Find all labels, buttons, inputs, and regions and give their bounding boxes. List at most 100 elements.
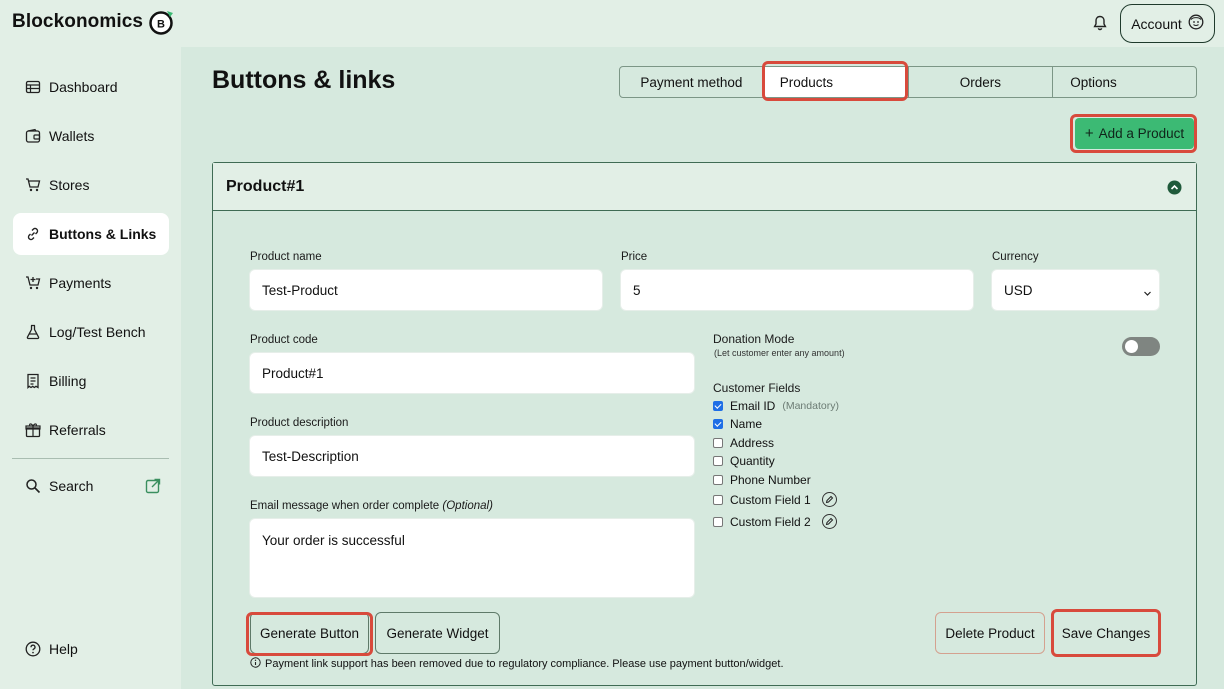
brand[interactable]: Blockonomics B <box>12 9 175 35</box>
sidebar-item-dashboard[interactable]: Dashboard <box>13 66 169 108</box>
currency-label: Currency <box>992 251 1039 263</box>
help-icon <box>25 641 41 657</box>
customer-field-email[interactable]: Email ID (Mandatory) <box>713 399 839 413</box>
mandatory-note: (Mandatory) <box>782 400 839 412</box>
checkbox[interactable] <box>713 475 723 485</box>
price-label: Price <box>621 251 648 263</box>
info-icon <box>250 657 261 671</box>
compliance-notice-text: Payment link support has been removed du… <box>265 658 784 670</box>
sidebar-item-buttons-links[interactable]: Buttons & Links <box>13 213 169 255</box>
email-message-label-text: Email message when order complete <box>250 500 440 512</box>
email-message-label: Email message when order complete (Optio… <box>250 500 493 512</box>
generate-button-button[interactable]: Generate Button <box>250 612 369 654</box>
generate-widget-button[interactable]: Generate Widget <box>375 612 500 654</box>
customer-field-custom-2[interactable]: Custom Field 2 <box>713 514 837 529</box>
tab-payment-method[interactable]: Payment method <box>620 67 764 97</box>
avatar-icon <box>1188 14 1204 33</box>
wallet-icon <box>25 128 41 143</box>
sidebar-item-help[interactable]: Help <box>13 628 169 670</box>
chevron-up-icon[interactable] <box>1167 180 1182 195</box>
cart-plus-icon <box>26 276 41 290</box>
customer-field-label: Custom Field 1 <box>730 492 811 507</box>
sidebar-item-label: Stores <box>49 177 90 193</box>
customer-field-label: Phone Number <box>730 473 811 487</box>
checkbox[interactable] <box>713 438 723 448</box>
customer-field-address[interactable]: Address <box>713 436 774 450</box>
toggle-knob <box>1125 340 1138 353</box>
sidebar-item-label: Search <box>49 478 94 494</box>
receipt-icon <box>27 373 39 389</box>
donation-mode-label: Donation Mode <box>713 332 795 346</box>
product-name-label: Product name <box>250 251 322 263</box>
checkbox[interactable] <box>713 456 723 466</box>
sidebar-item-label: Billing <box>49 373 87 389</box>
customer-field-label: Address <box>730 436 775 450</box>
sidebar-item-wallets[interactable]: Wallets <box>13 115 169 157</box>
customer-field-quantity[interactable]: Quantity <box>713 454 775 468</box>
product-description-label: Product description <box>250 417 349 429</box>
product-description-input[interactable]: Test-Description <box>249 435 695 477</box>
customer-field-label: Email ID <box>730 399 776 413</box>
product-code-input[interactable]: Product#1 <box>249 352 695 394</box>
sidebar-item-label: Dashboard <box>49 79 118 95</box>
customer-field-name[interactable]: Name <box>713 417 762 431</box>
link-icon <box>27 227 39 241</box>
tab-bar: Payment method Products Orders Options <box>619 66 1197 98</box>
brand-name: Blockonomics <box>12 11 144 32</box>
currency-select[interactable]: USD <box>991 269 1160 311</box>
sidebar-item-label: Buttons & Links <box>49 226 157 242</box>
save-changes-button[interactable]: Save Changes <box>1053 612 1159 654</box>
page-title: Buttons & links <box>212 66 396 94</box>
checkbox[interactable] <box>713 516 723 527</box>
sidebar-item-label: Log/Test Bench <box>49 324 146 340</box>
add-product-button[interactable]: + Add a Product <box>1075 118 1194 149</box>
tab-options[interactable]: Options <box>1053 67 1196 97</box>
customer-field-label: Name <box>730 417 763 431</box>
tab-orders[interactable]: Orders <box>909 67 1054 97</box>
sidebar-item-billing[interactable]: Billing <box>13 360 169 402</box>
sidebar-item-stores[interactable]: Stores <box>13 164 169 206</box>
plus-icon: + <box>1084 125 1094 142</box>
top-bar: Blockonomics B Account <box>0 0 1224 47</box>
product-code-label: Product code <box>250 334 318 346</box>
checkbox[interactable] <box>713 401 723 411</box>
checkbox[interactable] <box>713 419 723 429</box>
customer-field-label: Quantity <box>730 454 775 468</box>
email-message-textarea[interactable]: Your order is successful <box>249 518 695 598</box>
external-link-icon[interactable] <box>145 478 161 494</box>
delete-product-button[interactable]: Delete Product <box>935 612 1045 654</box>
price-input[interactable]: 5 <box>620 269 974 311</box>
sidebar-item-search[interactable]: Search <box>13 465 163 507</box>
tab-products[interactable]: Products <box>763 67 909 97</box>
product-name-input[interactable]: Test-Product <box>249 269 603 311</box>
sidebar-item-label: Help <box>49 641 78 657</box>
sidebar-item-log-test-bench[interactable]: Log/Test Bench <box>13 311 169 353</box>
edit-pencil-icon[interactable] <box>821 492 837 507</box>
account-label: Account <box>1131 15 1182 32</box>
checkbox[interactable] <box>713 494 723 505</box>
donation-mode-toggle[interactable] <box>1122 337 1160 356</box>
sidebar-item-referrals[interactable]: Referrals <box>13 409 169 451</box>
sidebar-item-label: Wallets <box>49 128 95 144</box>
sidebar-item-label: Referrals <box>49 422 106 438</box>
currency-value: USD <box>1004 282 1033 298</box>
sidebar-item-label: Payments <box>49 275 112 291</box>
customer-field-label: Custom Field 2 <box>730 514 811 529</box>
cart-icon <box>26 178 41 192</box>
gift-icon <box>25 423 41 438</box>
add-product-label: Add a Product <box>1098 126 1185 141</box>
optional-hint: (Optional) <box>442 500 493 512</box>
product-title: Product#1 <box>226 178 305 195</box>
edit-pencil-icon[interactable] <box>821 514 837 529</box>
customer-fields-label: Customer Fields <box>713 381 801 395</box>
table-icon <box>25 80 41 94</box>
sidebar-item-payments[interactable]: Payments <box>13 262 169 304</box>
account-button[interactable]: Account <box>1120 4 1215 43</box>
customer-field-phone[interactable]: Phone Number <box>713 473 811 487</box>
flask-icon <box>26 324 40 340</box>
chevron-down-icon <box>1143 286 1152 296</box>
sidebar-divider <box>12 458 169 459</box>
product-card-header[interactable]: Product#1 <box>213 163 1196 211</box>
customer-field-custom-1[interactable]: Custom Field 1 <box>713 492 837 507</box>
notification-bell-icon[interactable] <box>1091 14 1109 32</box>
